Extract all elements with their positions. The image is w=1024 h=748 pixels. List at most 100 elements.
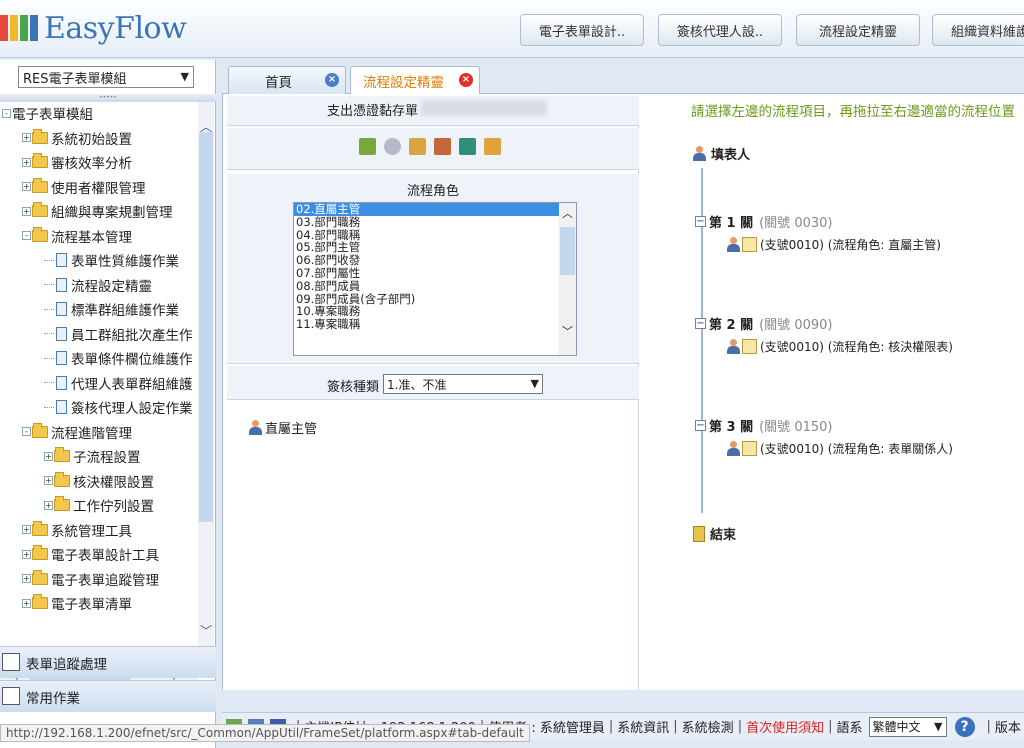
tree-item[interactable]: + 組織與專案規劃管理 (22, 200, 173, 222)
role-option[interactable]: 02.直屬主管 (294, 203, 576, 216)
tree-item[interactable]: + 核決權限設置 (44, 470, 154, 492)
exit-icon[interactable] (459, 138, 476, 155)
scroll-thumb[interactable] (199, 132, 213, 522)
close-icon[interactable]: × (325, 73, 339, 87)
accordion-form-tracking[interactable]: 表單追蹤處理 (0, 646, 216, 678)
tree-item[interactable]: 代理人表單群組維護 (44, 372, 193, 394)
approve-type-select[interactable]: 1.准、不准 ▼ (383, 374, 543, 394)
help-icon[interactable]: ? (954, 716, 975, 737)
collapse-icon[interactable]: - (22, 427, 31, 436)
flow-step-detail[interactable]: (支號0010) (流程角色: 直屬主管) (727, 236, 941, 253)
flow-wizard-button[interactable]: 流程設定精靈 (796, 14, 920, 46)
tree-vertical-scrollbar[interactable]: ︿ ﹀ (198, 102, 214, 662)
tree-item[interactable]: - 流程基本管理 (22, 225, 132, 247)
delegate-setting-button[interactable]: 簽核代理人設.. (658, 14, 782, 46)
listbox-scroll-thumb[interactable] (560, 227, 575, 275)
flow-step-detail[interactable]: (支號0010) (流程角色: 表單關係人) (727, 440, 953, 457)
tree-item-label: 組織與專案規劃管理 (51, 205, 173, 221)
expand-icon[interactable]: + (22, 598, 31, 608)
collapse-icon[interactable]: - (2, 108, 11, 118)
tree-item[interactable]: + 電子表單清單 (22, 592, 132, 614)
step-detail-text: (支號0010) (流程角色: 直屬主管) (760, 238, 941, 252)
collapse-icon[interactable]: − (695, 216, 706, 227)
tree-item[interactable]: - 電子表單模組 (2, 102, 93, 124)
tree-item[interactable]: 表單條件欄位維護作 (44, 347, 193, 369)
close-icon[interactable]: × (459, 73, 473, 87)
edit-icon[interactable] (742, 339, 757, 354)
flow-step-header[interactable]: − 第 2 關 (關號 0090) (695, 314, 832, 333)
language-label: 語系 (836, 721, 863, 736)
tree-item[interactable]: + 電子表單設計工具 (22, 543, 159, 565)
tree-item[interactable]: + 使用者權限管理 (22, 176, 146, 198)
tree-item[interactable]: + 電子表單追蹤管理 (22, 568, 159, 590)
expand-icon[interactable]: + (22, 133, 31, 142)
tree-item[interactable]: + 系統初始設置 (22, 127, 132, 149)
role-option[interactable]: 08.部門成員 (294, 279, 576, 293)
folder-icon (54, 496, 70, 511)
browser-status-url: http://192.168.1.200/efnet/src/_Common/A… (0, 724, 530, 742)
flow-end-node[interactable]: 結束 (693, 524, 736, 543)
tree-item-label: 標準群組維護作業 (71, 303, 179, 319)
splitter-grip[interactable]: ••••• (0, 94, 216, 102)
expand-icon[interactable]: + (22, 182, 31, 191)
flow-step-header[interactable]: − 第 1 關 (關號 0030) (695, 212, 832, 231)
expand-icon[interactable]: + (22, 549, 31, 559)
collapse-icon[interactable]: - (22, 231, 31, 240)
selected-role-preview[interactable]: 直屬主管 (249, 418, 317, 437)
first-use-link[interactable]: 首次使用須知 (746, 717, 824, 736)
edit-icon[interactable] (742, 237, 757, 252)
accordion-common-tasks[interactable]: 常用作業 (0, 680, 216, 712)
expand-icon[interactable]: + (44, 500, 53, 510)
listbox-scrollbar[interactable]: ︿ ﹀ (559, 203, 576, 355)
flow-step-detail[interactable]: (支號0010) (流程角色: 核決權限表) (727, 338, 953, 355)
tree-connector (44, 284, 54, 285)
approve-type-label: 簽核種類 (327, 380, 380, 395)
tree-item[interactable]: + 審核效率分析 (22, 151, 132, 173)
expand-icon[interactable]: + (22, 574, 31, 583)
expand-icon[interactable]: + (22, 525, 31, 534)
tree-item[interactable]: 員工群組批次產生作 (44, 323, 193, 345)
paste-icon[interactable] (409, 138, 426, 155)
tree-item[interactable]: 標準群組維護作業 (44, 298, 179, 320)
tree-item[interactable]: 簽核代理人設定作業 (44, 396, 193, 418)
flow-step-header[interactable]: − 第 3 關 (關號 0150) (695, 416, 832, 435)
flow-start-node[interactable]: 填表人 (693, 144, 750, 163)
role-option[interactable]: 11.專案職稱 (294, 318, 576, 331)
tree-item[interactable]: + 工作佇列設置 (44, 494, 154, 516)
tree-item[interactable]: - 流程進階管理 (22, 421, 132, 443)
tree-item[interactable]: 表單性質維護作業 (44, 249, 179, 271)
tree-item[interactable]: + 子流程設置 (44, 445, 141, 467)
language-value: 繁體中文 (872, 720, 921, 734)
org-data-button[interactable]: 組織資料維護 (932, 14, 1024, 46)
role-option[interactable]: 07.部門屬性 (294, 267, 576, 280)
add-node-icon[interactable] (359, 138, 376, 155)
tree-item[interactable]: 流程設定精靈 (44, 274, 152, 296)
system-check-link[interactable]: 系統檢測 (682, 717, 734, 736)
system-info-link[interactable]: 系統資訊 (617, 717, 669, 736)
content-area: 支出憑證黏存單 流程角色 02.直屬主管 03.部門職務 04.部門職稱 05.部門主… (222, 94, 1024, 690)
scroll-down-icon[interactable]: ﹀ (198, 622, 214, 639)
language-select[interactable]: 繁體中文 ▼ (868, 716, 947, 737)
tree-item[interactable]: + 系統管理工具 (22, 519, 132, 541)
scroll-up-icon[interactable]: ︿ (562, 205, 573, 221)
expand-icon[interactable]: + (44, 476, 53, 485)
tree-structure-icon[interactable] (484, 138, 501, 155)
expand-icon[interactable]: + (22, 157, 31, 167)
expand-icon[interactable]: + (44, 451, 53, 461)
collapse-icon[interactable]: − (695, 420, 706, 431)
role-option[interactable]: 03.部門職務 (294, 215, 576, 229)
role-listbox[interactable]: 02.直屬主管 03.部門職務 04.部門職稱 05.部門主管 06.部門收發 07.部門… (293, 202, 577, 356)
collapse-icon[interactable]: − (695, 318, 706, 329)
disc-icon[interactable] (384, 138, 401, 155)
swap-icon[interactable] (434, 138, 451, 155)
role-list: 02.直屬主管 03.部門職務 04.部門職稱 05.部門主管 06.部門收發 07.部門… (294, 203, 576, 331)
form-design-button[interactable]: 電子表單設計.. (520, 14, 644, 46)
tab-flow-wizard[interactable]: 流程設定精靈 × (350, 66, 480, 94)
tab-label: 首頁 (265, 74, 292, 91)
edit-icon[interactable] (742, 441, 757, 456)
expand-icon[interactable]: + (22, 206, 31, 216)
folder-icon (32, 202, 48, 217)
tab-home[interactable]: 首頁 × (228, 66, 346, 94)
scroll-down-icon[interactable]: ﹀ (562, 323, 573, 339)
module-select[interactable]: RES電子表單模組 ▼ (18, 66, 194, 88)
